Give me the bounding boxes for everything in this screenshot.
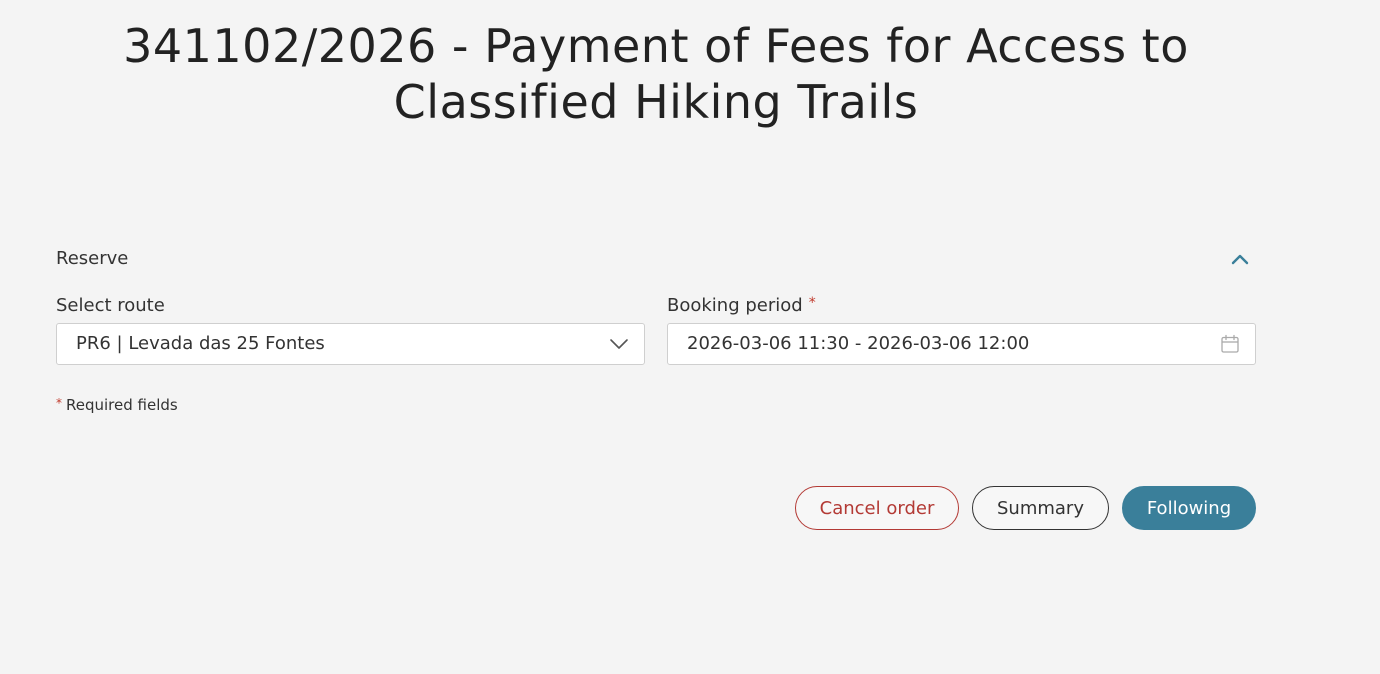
following-button[interactable]: Following bbox=[1122, 486, 1256, 530]
booking-period-input[interactable]: 2026-03-06 11:30 - 2026-03-06 12:00 bbox=[667, 323, 1256, 365]
required-mark: * bbox=[808, 295, 816, 311]
required-note-mark: * bbox=[56, 396, 62, 410]
chevron-up-icon[interactable] bbox=[1228, 246, 1252, 272]
route-field-label: Select route bbox=[56, 295, 165, 316]
summary-button[interactable]: Summary bbox=[972, 486, 1109, 530]
calendar-icon[interactable] bbox=[1219, 333, 1241, 355]
period-field-label-text: Booking period bbox=[667, 295, 803, 316]
booking-period-value: 2026-03-06 11:30 - 2026-03-06 12:00 bbox=[687, 333, 1030, 354]
chevron-down-icon bbox=[608, 333, 630, 355]
section-title: Reserve bbox=[56, 248, 129, 269]
required-fields-note: * Required fields bbox=[56, 396, 178, 414]
route-select[interactable]: PR6 | Levada das 25 Fontes bbox=[56, 323, 645, 365]
route-select-value: PR6 | Levada das 25 Fontes bbox=[76, 333, 325, 354]
page-title: 341102/2026 - Payment of Fees for Access… bbox=[123, 19, 1189, 129]
cancel-order-button[interactable]: Cancel order bbox=[795, 486, 959, 530]
required-note-text: Required fields bbox=[66, 396, 178, 414]
reserve-section-header: Reserve bbox=[56, 246, 1256, 274]
period-field-label: Booking period * bbox=[667, 295, 816, 316]
